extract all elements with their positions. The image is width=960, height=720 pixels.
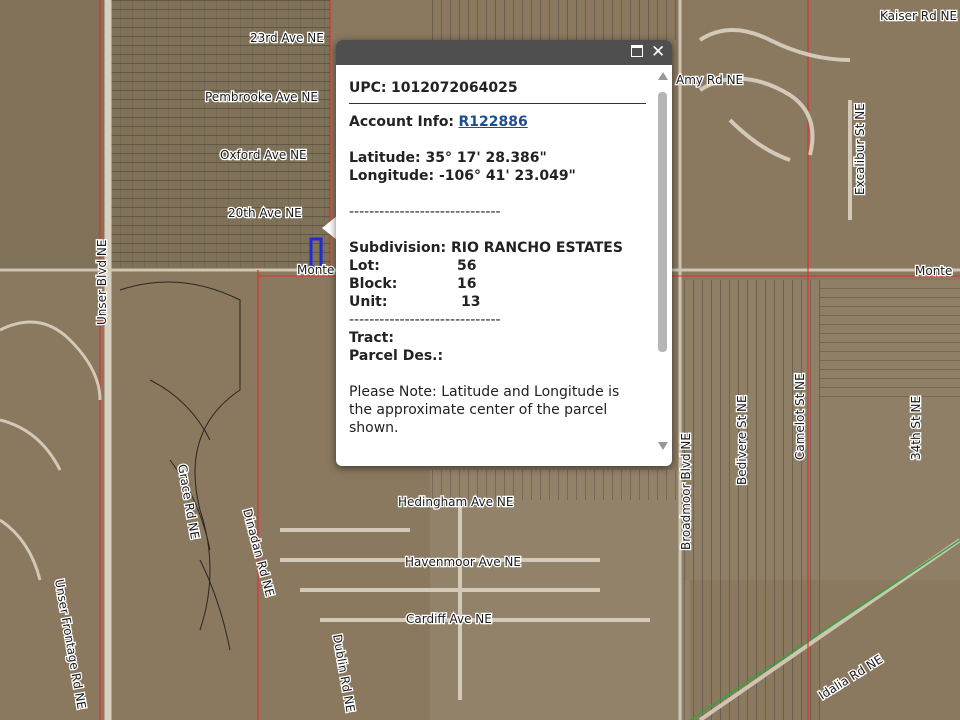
lot-row: Lot: 56 (349, 257, 646, 275)
unit-label: Unit: (349, 294, 388, 310)
road-label: Monte (297, 263, 334, 277)
popup-titlebar[interactable]: ✕ (336, 40, 672, 65)
parcel-grid-north (430, 0, 680, 40)
upc-value: 1012072064025 (390, 80, 518, 96)
longitude-label: Longitude: (349, 168, 435, 184)
popup-content: UPC: 1012072064025 Account Info: R122886… (349, 77, 646, 462)
account-row: Account Info: R122886 (349, 113, 646, 131)
upc-label: UPC: (349, 80, 387, 96)
scroll-down-arrow-icon[interactable] (658, 442, 668, 450)
road-label: 20th Ave NE (228, 206, 302, 220)
road-label: Oxford Ave NE (220, 148, 307, 162)
road-label: Unser Blvd NE (95, 240, 109, 325)
road-label: Bedivere St NE (735, 395, 749, 485)
road-label: Monte (915, 264, 952, 278)
scroll-thumb[interactable] (658, 92, 667, 352)
road-label: Kaiser Rd NE (880, 9, 957, 23)
lot-label: Lot: (349, 258, 380, 274)
tract-label: Tract: (349, 330, 394, 346)
latitude-value: 35° 17' 28.386" (425, 150, 547, 166)
upc-row: UPC: 1012072064025 (349, 79, 646, 97)
account-label: Account Info: (349, 114, 455, 130)
longitude-row: Longitude: -106° 41' 23.049" (349, 167, 646, 185)
subdivision-label: Subdivision: (349, 240, 447, 256)
road-label: Camelot St NE (793, 373, 807, 460)
maximize-icon[interactable] (631, 45, 643, 57)
road-label: Hedingham Ave NE (398, 495, 513, 509)
latitude-row: Latitude: 35° 17' 28.386" (349, 149, 646, 167)
parcel-grid-east (820, 280, 960, 400)
separator-line: ------------------------------ (349, 204, 501, 220)
lot-value: 56 (457, 258, 477, 274)
road-label: Amy Rd NE (676, 73, 743, 87)
note-text: Please Note: Latitude and Longitude is t… (349, 384, 620, 436)
latitude-label: Latitude: (349, 150, 421, 166)
road-label: Excalibur St NE (853, 103, 867, 195)
unit-value: 13 (461, 294, 481, 310)
road-label: Broadmoor Blvd NE (679, 433, 693, 550)
account-link[interactable]: R122886 (459, 114, 528, 130)
block-value: 16 (457, 276, 477, 292)
road-label: 34th St NE (909, 396, 923, 460)
parcel-grid-ne (680, 280, 820, 720)
parcel-des-label: Parcel Des.: (349, 348, 444, 364)
road-label: Havenmoor Ave NE (405, 555, 521, 569)
popup-pointer (322, 216, 337, 240)
divider (349, 103, 646, 104)
close-icon[interactable]: ✕ (651, 41, 665, 63)
road-label: Cardiff Ave NE (406, 612, 492, 626)
road-label: Pembrooke Ave NE (205, 90, 318, 104)
subdivision-row: Subdivision: RIO RANCHO ESTATES (349, 239, 646, 257)
separator-line: ------------------------------ (349, 312, 501, 328)
popup-scrollbar[interactable] (656, 70, 670, 455)
block-row: Block: 16 (349, 275, 646, 293)
subdivision-value: RIO RANCHO ESTATES (451, 240, 623, 256)
unit-row: Unit: 13 (349, 293, 646, 311)
longitude-value: -106° 41' 23.049" (438, 168, 576, 184)
block-label: Block: (349, 276, 398, 292)
road-label: 23rd Ave NE (250, 31, 324, 45)
parcel-info-popup: ✕ UPC: 1012072064025 Account Info: R1228… (336, 40, 672, 466)
scroll-up-arrow-icon[interactable] (658, 72, 668, 80)
